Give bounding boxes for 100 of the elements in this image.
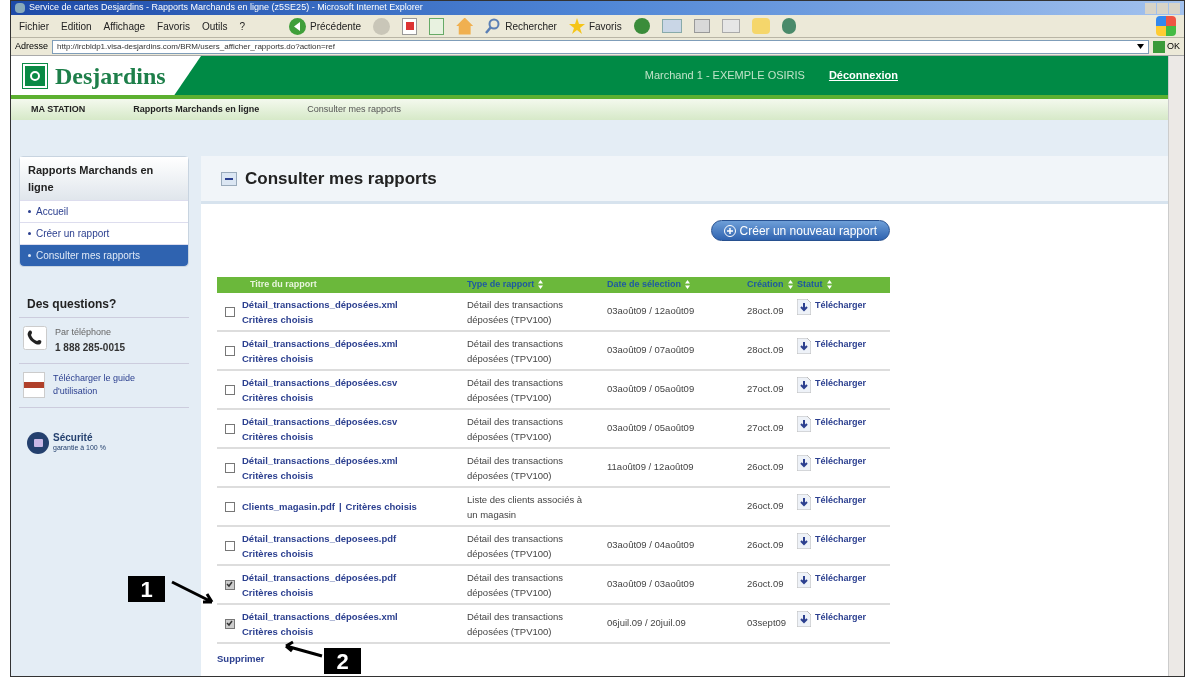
download-link[interactable]: Télécharger <box>815 455 867 469</box>
address-field[interactable]: http://lrcbldp1.visa-desjardins.com/BRM/users_afficher_rapports.do?action=ref <box>52 39 1149 54</box>
criteria-link[interactable]: Critères choisis <box>242 389 314 405</box>
table-cell-text: Détail des transactions déposées (TPV100) <box>467 609 565 639</box>
questions-heading: Des questions? <box>19 295 189 318</box>
table-cell-text: 26oct.09 <box>747 499 785 514</box>
sidebar-item[interactable]: Accueil <box>20 200 188 222</box>
criteria-link[interactable]: Critères choisis <box>345 499 417 514</box>
download-link[interactable]: Télécharger <box>815 533 867 547</box>
download-link[interactable]: Télécharger <box>815 494 867 508</box>
delete-link[interactable]: Supprimer <box>217 652 265 667</box>
checkbox[interactable] <box>224 306 235 317</box>
criteria-link[interactable]: Critères choisis <box>242 545 314 561</box>
dropdown-arrow-icon <box>1137 44 1144 49</box>
file-link[interactable]: Détail_transactions_deposees.pdf <box>242 530 397 546</box>
table-cell-text: Détail des transactions déposées (TPV100) <box>467 414 565 444</box>
table-cell-text: 03août09 / 07août09 <box>607 343 696 358</box>
merchant-name: Marchand 1 - EXEMPLE OSIRIS <box>644 68 805 84</box>
checkbox[interactable] <box>224 462 235 473</box>
menu-item[interactable]: Affichage <box>103 18 146 34</box>
sidebar-title: Rapports Marchands en ligne <box>20 157 188 200</box>
table-cell-text: 26oct.09 <box>747 538 785 553</box>
menu-item[interactable]: ? <box>239 18 246 34</box>
back-button[interactable]: Précédente <box>289 17 362 35</box>
menu-item[interactable]: Edition <box>61 18 92 34</box>
file-link[interactable]: Clients_magasin.pdf <box>242 499 335 514</box>
checkbox[interactable] <box>224 618 235 629</box>
table-cell-text: 26oct.09 <box>747 460 785 475</box>
criteria-link[interactable]: Critères choisis <box>242 467 314 483</box>
table-cell-text: 26oct.09 <box>747 577 785 592</box>
download-link[interactable]: Télécharger <box>815 377 867 391</box>
favorites-button[interactable]: Favoris <box>568 18 622 34</box>
star-icon <box>568 18 585 34</box>
table-cell-text: 28oct.09 <box>747 304 785 319</box>
table-cell-text: Détail des transactions déposées (TPV100) <box>467 453 565 483</box>
address-label: Adresse <box>15 39 49 53</box>
criteria-link[interactable]: Critères choisis <box>242 311 314 327</box>
checkbox[interactable] <box>224 579 235 590</box>
phone-icon <box>23 326 47 350</box>
breadcrumb-item[interactable]: MA STATION <box>31 102 86 117</box>
table-cell-text: Détail des transactions déposées (TPV100) <box>467 375 565 405</box>
download-link[interactable]: Télécharger <box>815 299 867 313</box>
table-cell-text: Détail des transactions déposées (TPV100) <box>467 531 565 561</box>
criteria-link[interactable]: Critères choisis <box>242 584 314 600</box>
download-icon <box>797 299 811 315</box>
table-cell-text: 28oct.09 <box>747 343 785 358</box>
file-link[interactable]: Détail_transactions_déposées.csv <box>242 374 398 390</box>
checkbox[interactable] <box>224 540 235 551</box>
download-link[interactable]: Télécharger <box>815 416 867 430</box>
download-link[interactable]: Télécharger <box>815 572 867 586</box>
table-cell-text: Détail des transactions déposées (TPV100) <box>467 336 565 366</box>
sort-icon <box>685 280 691 290</box>
menu-item[interactable]: Outils <box>201 18 228 34</box>
sidebar-item[interactable]: Consulter mes rapports <box>20 244 188 266</box>
table-cell-text: 03août09 / 05août09 <box>607 382 696 397</box>
page-title: Consulter mes rapports <box>245 167 437 190</box>
go-button[interactable]: OK <box>1153 39 1180 54</box>
menu-item[interactable]: Favoris <box>157 18 190 34</box>
search-icon <box>485 18 502 34</box>
criteria-link[interactable]: Critères choisis <box>242 350 314 366</box>
download-link[interactable]: Télécharger <box>815 338 867 352</box>
checkbox[interactable] <box>224 501 235 512</box>
table-cell-text: 06juil.09 / 20juil.09 <box>607 616 687 631</box>
callout-number: 1 <box>128 576 165 602</box>
checkbox[interactable] <box>224 384 235 395</box>
table-cell-text: Détail des transactions déposées (TPV100) <box>467 570 565 600</box>
file-link[interactable]: Détail_transactions_déposées.pdf <box>242 569 397 585</box>
download-link[interactable]: Télécharger <box>815 611 867 625</box>
file-link[interactable]: Détail_transactions_déposées.xml <box>242 452 398 468</box>
stop-icon[interactable] <box>402 17 418 35</box>
criteria-link[interactable]: Critères choisis <box>242 428 314 444</box>
bullet-icon <box>28 210 31 213</box>
checkbox[interactable] <box>224 423 235 434</box>
create-report-button[interactable]: Créer un nouveau rapport <box>710 220 890 241</box>
desjardins-logo-icon <box>23 63 47 88</box>
file-link[interactable]: Détail_transactions_déposées.xml <box>242 296 398 312</box>
menu-item[interactable]: Fichier <box>19 18 49 34</box>
file-link[interactable]: Détail_transactions_déposées.xml <box>242 335 398 351</box>
download-icon <box>797 611 811 627</box>
table-cell-text: 11août09 / 12août09 <box>607 460 695 475</box>
breadcrumb-item[interactable]: Consulter mes rapports <box>307 102 401 117</box>
file-link[interactable]: Détail_transactions_déposées.csv <box>242 413 398 429</box>
pdf-document-icon <box>23 371 45 398</box>
table-cell-text: 03août09 / 12août09 <box>607 304 696 319</box>
table-cell-text: Détail des transactions déposées (TPV100) <box>467 297 565 327</box>
checkbox[interactable] <box>224 345 235 356</box>
criteria-link[interactable]: Critères choisis <box>242 623 314 639</box>
sort-icon <box>538 280 544 290</box>
logout-link[interactable]: Déconnexion <box>828 67 898 84</box>
table-cell-text: 03août09 / 03août09 <box>607 577 696 592</box>
file-link[interactable]: Détail_transactions_déposées.xml <box>242 608 398 624</box>
table-cell-text: 27oct.09 <box>747 421 785 436</box>
windows-logo-icon <box>1156 16 1176 36</box>
guide-link[interactable]: Télécharger le guide d'utilisation <box>53 371 163 399</box>
table-cell-text: 27oct.09 <box>747 382 785 397</box>
download-icon <box>797 572 811 588</box>
table-cell-text: 03août09 / 04août09 <box>607 538 696 553</box>
breadcrumb-item[interactable]: Rapports Marchands en ligne <box>133 102 260 117</box>
search-button[interactable]: Rechercher <box>485 18 557 34</box>
bullet-icon <box>28 232 31 235</box>
